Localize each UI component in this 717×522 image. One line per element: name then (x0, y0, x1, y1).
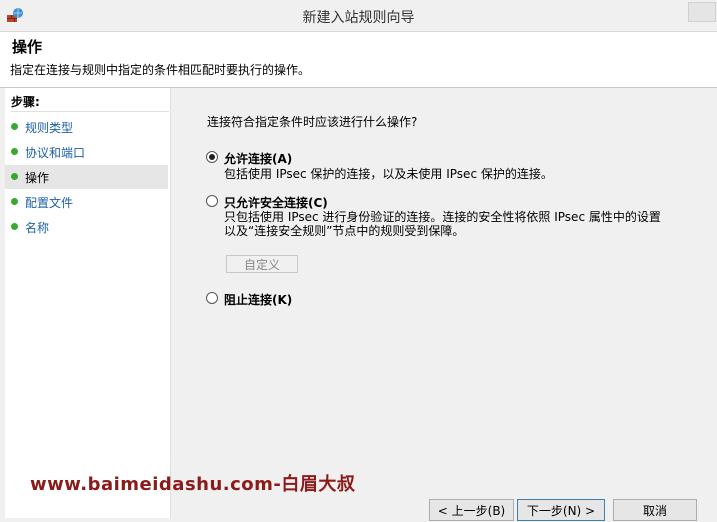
allow-connection-label[interactable]: 允许连接(A) (224, 150, 292, 167)
main-content: 连接符合指定条件时应该进行什么操作? 允许连接(A) 包括使用 IPsec 保护… (172, 88, 717, 518)
step-rule-type[interactable]: 规则类型 (5, 115, 168, 139)
step-profile[interactable]: 配置文件 (5, 190, 168, 214)
step-label: 名称 (25, 221, 50, 235)
window-title: 新建入站规则向导 (302, 10, 415, 26)
steps-title: 步骤: (11, 93, 169, 112)
page-title: 操作 (12, 38, 43, 56)
customize-button[interactable]: 自定义 (226, 255, 298, 273)
allow-connection-radio[interactable] (206, 151, 218, 163)
step-bullet-icon (11, 198, 18, 205)
step-bullet-icon (11, 223, 18, 230)
steps-panel: 步骤: 规则类型 协议和端口 操作 配置文件 名称 (5, 88, 171, 518)
step-bullet-icon (11, 148, 18, 155)
step-action[interactable]: 操作 (5, 165, 168, 189)
block-connection-label[interactable]: 阻止连接(K) (224, 291, 292, 308)
step-label: 协议和端口 (25, 146, 86, 160)
step-protocol-port[interactable]: 协议和端口 (5, 140, 168, 164)
page-description: 指定在连接与规则中指定的条件相匹配时要执行的操作。 (10, 63, 311, 77)
allow-secure-label[interactable]: 只允许安全连接(C) (224, 194, 328, 211)
close-button[interactable] (688, 2, 716, 22)
step-bullet-icon (11, 173, 18, 180)
step-bullet-icon (11, 123, 18, 130)
allow-secure-radio[interactable] (206, 195, 218, 207)
step-label: 规则类型 (25, 121, 74, 135)
block-connection-radio[interactable] (206, 292, 218, 304)
allow-connection-description: 包括使用 IPsec 保护的连接，以及未使用 IPsec 保护的连接。 (224, 167, 553, 181)
watermark-text: www.baimeidashu.com-白眉大叔 (30, 474, 356, 495)
page-header: 操作 指定在连接与规则中指定的条件相匹配时要执行的操作。 (0, 32, 717, 88)
step-name[interactable]: 名称 (5, 215, 168, 239)
allow-secure-description: 只包括使用 IPsec 进行身份验证的连接。连接的安全性将依照 IPsec 属性… (224, 210, 661, 238)
title-bar: 新建入站规则向导 (0, 0, 717, 32)
step-label: 配置文件 (25, 196, 74, 210)
step-label: 操作 (25, 171, 50, 185)
action-question: 连接符合指定条件时应该进行什么操作? (207, 115, 418, 129)
